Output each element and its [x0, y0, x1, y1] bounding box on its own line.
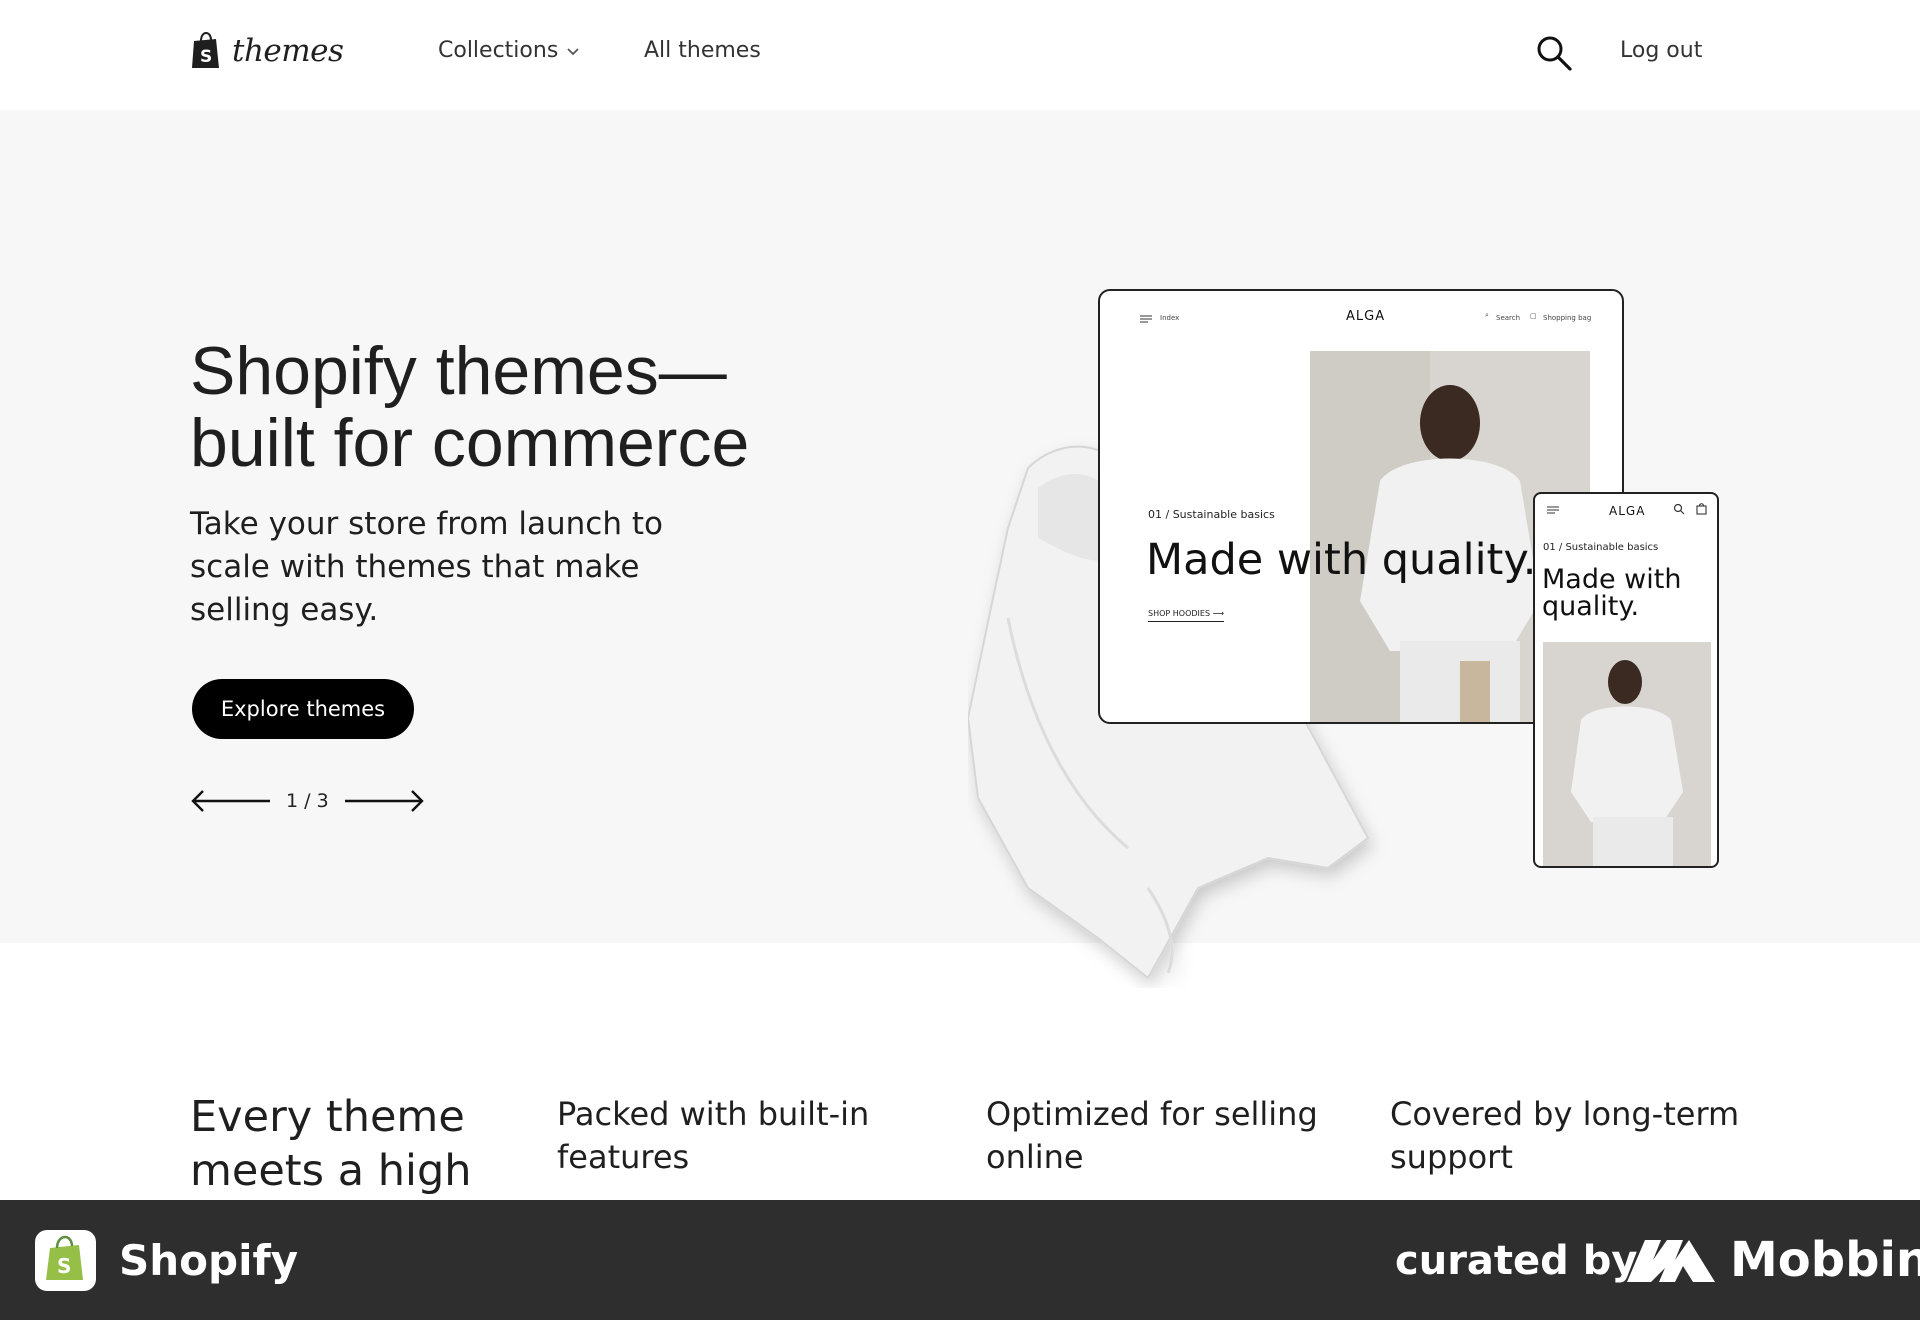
preview-search-icon: ⌕ [1485, 311, 1489, 319]
curated-by-label: curated by [1395, 1238, 1638, 1284]
nav-all-themes[interactable]: All themes [644, 38, 761, 63]
shopify-bag-icon: S [192, 32, 219, 68]
carousel-pager: 1 / 3 [190, 788, 425, 814]
top-navigation: S themes Collections All themes Log out [0, 0, 1920, 110]
preview-menu-label: Index [1160, 314, 1180, 322]
svg-text:S: S [200, 47, 212, 67]
hero-subtitle: Take your store from launch to scale wit… [190, 506, 663, 628]
hero-section: Shopify themes—built for commerce Take y… [0, 110, 1920, 980]
mobbin-brand: Mobbin [1730, 1232, 1920, 1288]
features-title: Every theme meets a high [190, 1092, 472, 1196]
preview-shop-link: SHOP HOODIES ⟶ [1148, 609, 1225, 622]
nav-collections[interactable]: Collections [438, 38, 580, 63]
feature-optimized: Optimized for selling online [986, 1095, 1318, 1176]
feature-built-in: Packed with built-in features [557, 1095, 870, 1176]
mobile-bag-icon [1696, 503, 1707, 515]
feature-support: Covered by long-term support [1390, 1095, 1740, 1176]
nav-all-themes-label: All themes [644, 38, 761, 63]
mobile-preview: ALGA 01 / Sustainable basics Made with q… [1533, 492, 1719, 868]
logout-link[interactable]: Log out [1620, 38, 1702, 63]
preview-brand: ALGA [1346, 309, 1386, 324]
attribution-bar: S Shopify curated by Mobbin [0, 1200, 1920, 1320]
shopify-app-icon: S [35, 1230, 96, 1291]
nav-collections-label: Collections [438, 38, 559, 63]
menu-icon [1140, 315, 1152, 323]
preview-bag-label: Shopping bag [1543, 314, 1592, 322]
search-icon[interactable] [1535, 34, 1573, 72]
mobile-search-icon [1673, 503, 1685, 515]
mobile-model-photo [1543, 642, 1711, 866]
mobile-menu-icon [1547, 506, 1559, 514]
arrow-right-icon[interactable] [343, 788, 425, 814]
preview-headline: Made with quality. [1146, 535, 1537, 585]
carousel-page-indicator: 1 / 3 [286, 790, 329, 812]
mobile-preview-brand: ALGA [1609, 504, 1646, 518]
explore-themes-button[interactable]: Explore themes [192, 679, 414, 739]
arrow-left-icon[interactable] [190, 788, 272, 814]
footer-app-name: Shopify [119, 1236, 299, 1285]
preview-bag-icon: ▢ [1530, 312, 1537, 320]
preview-search-label: Search [1496, 314, 1521, 322]
chevron-down-icon [567, 47, 579, 55]
mobbin-logo-icon [1627, 1240, 1715, 1282]
shopify-themes-logo[interactable]: S themes [190, 32, 344, 70]
mobile-preview-headline: Made with quality. [1542, 564, 1682, 622]
logo-text: themes [232, 33, 344, 69]
preview-kicker: 01 / Sustainable basics [1148, 508, 1275, 521]
svg-text:S: S [57, 1254, 71, 1278]
hero-title: Shopify themes—built for commerce [190, 333, 750, 481]
mobile-preview-kicker: 01 / Sustainable basics [1543, 542, 1659, 553]
